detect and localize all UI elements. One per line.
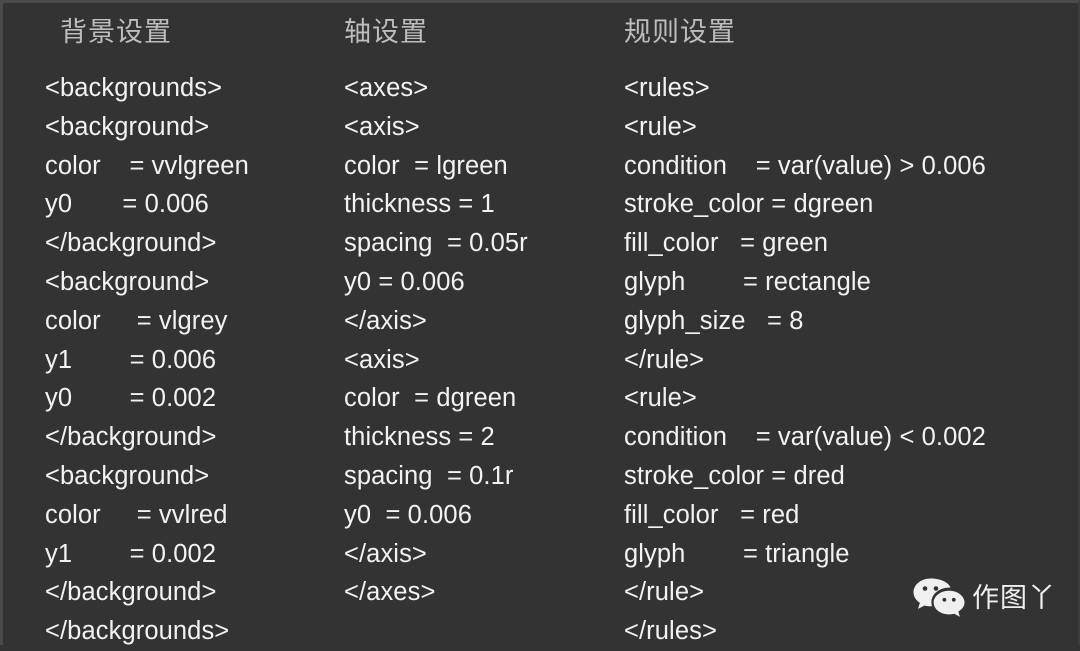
code-line: <rule> [624,112,697,141]
config-column-axes: 轴设置 <axes> <axis> color = lgreen thickness … [344,3,624,612]
code-line: color = vvlgreen [45,151,249,180]
code-line: <backgrounds> [45,74,223,102]
code-line: thickness = 1 [344,190,495,219]
code-line: condition = var(value) > 0.006 [624,151,986,180]
code-line: </background> [45,423,217,452]
code-line: </axis> [344,306,427,335]
code-line: spacing = 0.05r [344,229,528,258]
code-line: <rules> [624,74,710,102]
code-line: y0 = 0.006 [344,267,465,296]
code-line: spacing = 0.1r [344,461,514,490]
code-line: <background> [45,461,210,490]
code-line: y1 = 0.002 [45,539,217,568]
code-line: condition = var(value) < 0.002 [624,423,986,452]
code-line: <background> [45,112,210,141]
config-column-rules: 规则设置 <rules> <rule> condition = var(value)… [624,3,1074,651]
code-block-axes: <axes> <axis> color = lgreen thickness = 1 s… [344,47,624,612]
code-block-backgrounds: <backgrounds> <background> color = vvlgree… [45,47,345,651]
code-line: </axes> [344,578,436,607]
code-line: </background> [45,578,217,607]
code-line: y0 = 0.002 [45,384,217,413]
column-title-axes: 轴设置 [344,17,428,47]
wechat-logo-icon [913,577,965,619]
code-line: <axes> [344,74,429,102]
code-line: y0 = 0.006 [45,190,209,219]
code-line: </background> [45,229,217,258]
code-line: color = vlgrey [45,306,228,335]
code-line: <rule> [624,384,697,413]
watermark: 作图丫 [913,575,1056,621]
code-line: </rule> [624,345,705,374]
code-line: <axis> [344,345,420,374]
code-block-rules: <rules> <rule> condition = var(value) > 0.… [624,47,1074,651]
code-line: thickness = 2 [344,423,495,452]
code-line: color = dgreen [344,384,517,413]
code-line: <background> [45,267,210,296]
code-line: <axis> [344,112,420,141]
code-line: glyph = triangle [624,539,850,568]
code-line: y1 = 0.006 [45,345,217,374]
config-columns: 背景设置 <backgrounds> <background> color = vv… [3,3,1080,648]
code-line: glyph_size = 8 [624,306,804,335]
code-line: y0 = 0.006 [344,500,472,529]
code-line: stroke_color = dred [624,461,845,490]
code-line: color = vvlred [45,500,228,529]
code-line: </backgrounds> [45,617,230,646]
code-line: fill_color = green [624,229,828,258]
slide-canvas: 背景设置 <backgrounds> <background> color = vv… [0,0,1080,645]
watermark-text: 作图丫 [972,583,1056,613]
code-line: color = lgreen [344,151,508,180]
code-line: stroke_color = dgreen [624,190,874,219]
code-line: fill_color = red [624,500,800,529]
config-column-backgrounds: 背景设置 <backgrounds> <background> color = vv… [45,3,345,651]
column-title-rules: 规则设置 [624,17,736,47]
column-title-backgrounds: 背景设置 [60,17,172,47]
code-line: </axis> [344,539,427,568]
code-line: glyph = rectangle [624,267,871,296]
